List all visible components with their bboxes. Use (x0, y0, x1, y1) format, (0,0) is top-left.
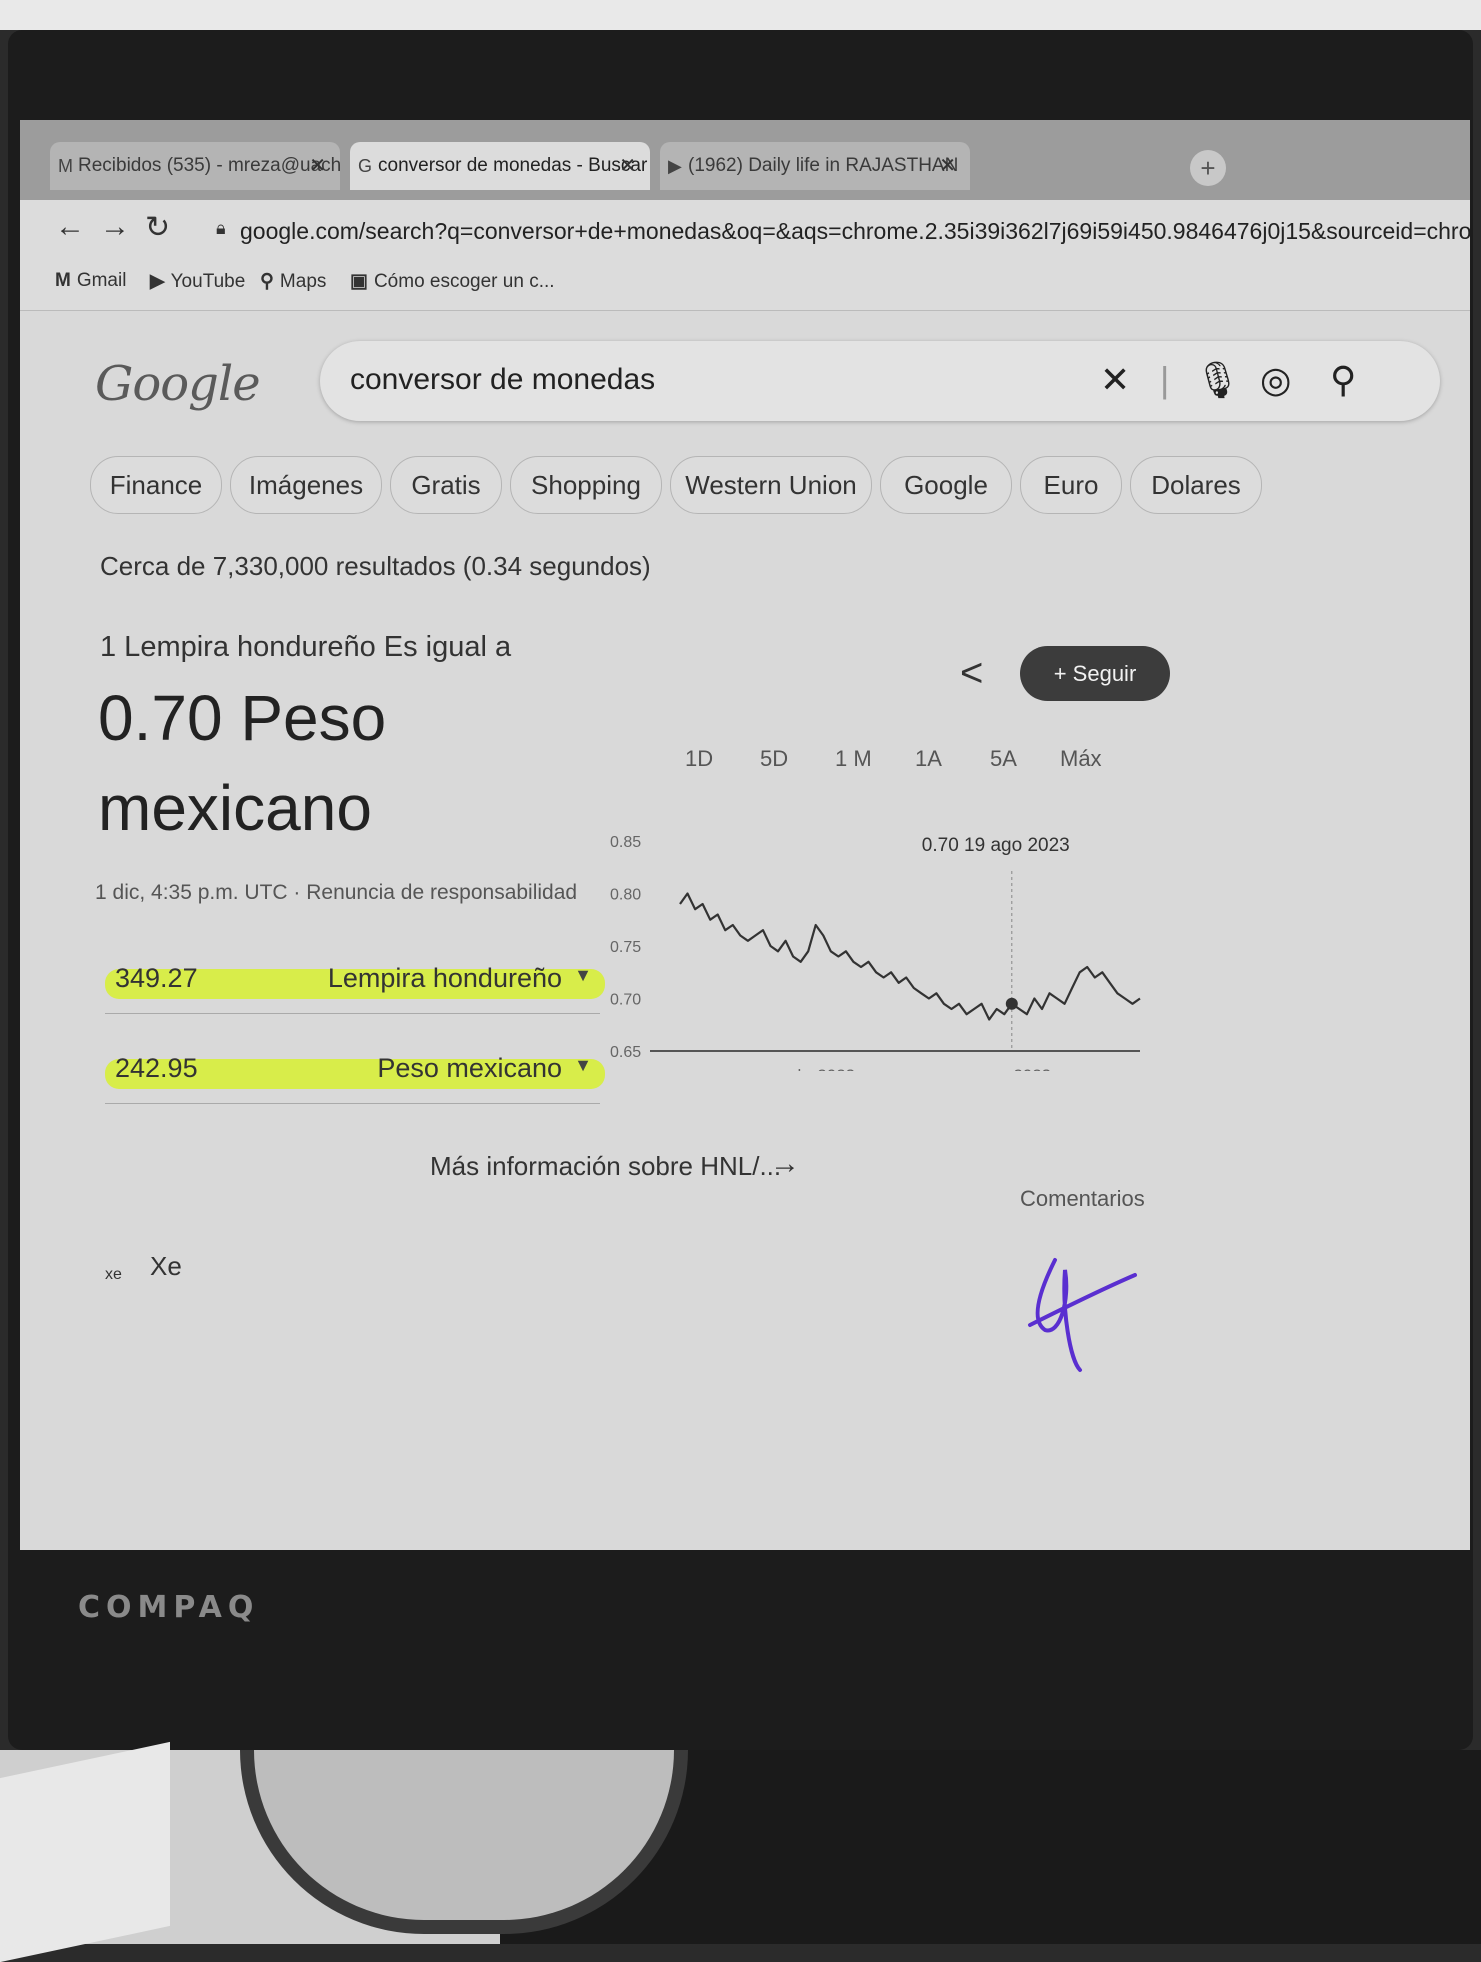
follow-button[interactable]: + Seguir (1020, 646, 1170, 701)
chip-google[interactable]: Google (880, 456, 1012, 514)
range-1d[interactable]: 1D (685, 746, 713, 772)
google-icon: G (358, 156, 373, 176)
tab-gmail[interactable]: M Recibidos (535) - mreza@uach.m ✕ (50, 142, 340, 190)
tab-label: (1962) Daily life in RAJASTHAN (688, 155, 959, 176)
tab-search[interactable]: G conversor de monedas - Buscar ✕ (350, 142, 650, 190)
url-field[interactable]: google.com/search?q=conversor+de+monedas… (240, 218, 1470, 245)
chip-images[interactable]: Imágenes (230, 456, 382, 514)
feedback-link[interactable]: Comentarios (1020, 1186, 1145, 1212)
maps-pin-icon: ⚲ (260, 271, 274, 292)
youtube-icon: ▶ (668, 156, 682, 176)
back-icon[interactable]: ← (55, 210, 85, 244)
from-amount-input[interactable]: 349.27 (115, 963, 198, 994)
exchange-rate-chart[interactable]: 0.85 0.80 0.75 0.70 0.65 abr 2023 sep 2023 0.70… (610, 811, 1150, 1071)
monitor-brand-logo: COMPAQ (78, 1590, 260, 1625)
handwritten-signature (1028, 1258, 1137, 1372)
from-currency-row: 349.27 Lempira hondureño ▼ (105, 951, 605, 1014)
xe-favicon-icon: xe (105, 1266, 122, 1283)
divider: | (1160, 359, 1170, 400)
y-tick-label: 0.70 (610, 992, 641, 1009)
forward-icon[interactable]: → (100, 210, 130, 244)
bookmark-label: Cómo escoger un c... (373, 271, 555, 292)
x-tick-label: abr 2023 (788, 1066, 855, 1071)
search-icon[interactable]: ⚲ (1330, 359, 1356, 401)
chip-dolares[interactable]: Dolares (1130, 456, 1262, 514)
x-tick-label: sep 2023 (981, 1066, 1051, 1071)
chip-western-union[interactable]: Western Union (670, 456, 872, 514)
tab-label: Recibidos (535) - mreza@uach.m (78, 155, 340, 176)
filter-chips: Finance Imágenes Gratis Shopping Western… (90, 456, 1470, 516)
browser-window: M Recibidos (535) - mreza@uach.m ✕ G con… (20, 120, 1470, 1550)
address-bar-row: ← → ↻ 🔒︎ google.com/search?q=conversor+d… (20, 200, 1470, 260)
chevron-down-icon[interactable]: ▼ (574, 965, 592, 986)
bookmark-article[interactable]: ▣ Cómo escoger un c... (350, 270, 555, 293)
gmail-icon: M (58, 156, 73, 176)
paper-sheet (0, 1741, 170, 1962)
bookmark-gmail[interactable]: M Gmail (55, 270, 126, 292)
tab-label: conversor de monedas - Buscar (378, 155, 648, 176)
bookmarks-bar: M Gmail ▶ YouTube ⚲ Maps ▣ Cómo escoger un c… (20, 260, 1470, 311)
series-line (679, 892, 1141, 1021)
range-5d[interactable]: 5D (760, 746, 788, 772)
tab-youtube[interactable]: ▶ (1962) Daily life in RAJASTHAN ✕ (660, 142, 970, 190)
chart-tooltip: 0.70 19 ago 2023 (922, 835, 1070, 856)
youtube-icon: ▶ (150, 271, 165, 292)
y-tick-label: 0.85 (610, 834, 641, 851)
search-box[interactable]: conversor de monedas ✕ | 🎙︎ ◎ ⚲ (320, 341, 1440, 421)
search-results-page: Google conversor de monedas ✕ | 🎙︎ ◎ ⚲ F… (20, 311, 1470, 1550)
range-max[interactable]: Máx (1060, 746, 1102, 772)
chip-free[interactable]: Gratis (390, 456, 502, 514)
microphone-icon[interactable]: 🎙︎ (1195, 359, 1241, 401)
lens-camera-icon[interactable]: ◎ (1260, 359, 1291, 401)
share-icon[interactable]: < (960, 651, 983, 696)
to-currency-row: 242.95 Peso mexicano ▼ (105, 1041, 605, 1104)
close-tab-icon[interactable]: ✕ (939, 142, 956, 190)
bookmark-page-icon: ▣ (350, 271, 368, 292)
scan-margin (0, 0, 1481, 30)
close-tab-icon[interactable]: ✕ (309, 142, 326, 190)
lock-icon: 🔒︎ (216, 218, 226, 238)
bookmark-label: YouTube (170, 271, 246, 292)
bookmark-maps[interactable]: ⚲ Maps (260, 270, 326, 293)
range-1m[interactable]: 1 M (835, 746, 872, 772)
next-result-title[interactable]: Xe (150, 1251, 182, 1282)
google-logo[interactable]: Google (95, 356, 261, 412)
conversion-label: 1 Lempira hondureño Es igual a (100, 631, 512, 663)
new-tab-button[interactable]: + (1190, 150, 1226, 186)
tab-strip: M Recibidos (535) - mreza@uach.m ✕ G con… (20, 120, 1470, 200)
result-stats: Cerca de 7,330,000 resultados (0.34 segu… (100, 551, 651, 581)
timestamp-disclaimer[interactable]: 1 dic, 4:35 p.m. UTC · Renuncia de respo… (95, 881, 577, 905)
reload-icon[interactable]: ↻ (145, 210, 170, 245)
from-currency-select[interactable]: Lempira hondureño (328, 963, 562, 994)
bookmark-youtube[interactable]: ▶ YouTube (150, 270, 245, 293)
chip-finance[interactable]: Finance (90, 456, 222, 514)
arrow-right-icon[interactable]: → (770, 1147, 800, 1181)
clear-icon[interactable]: ✕ (1100, 359, 1130, 401)
y-tick-label: 0.65 (610, 1044, 641, 1061)
chip-shopping[interactable]: Shopping (510, 456, 662, 514)
range-5a[interactable]: 5A (990, 746, 1017, 772)
range-1a[interactable]: 1A (915, 746, 942, 772)
bookmark-label: Gmail (76, 270, 127, 291)
chip-euro[interactable]: Euro (1020, 456, 1122, 514)
y-tick-label: 0.75 (610, 939, 641, 956)
to-currency-select[interactable]: Peso mexicano (377, 1053, 562, 1084)
y-tick-label: 0.80 (610, 887, 641, 904)
conversion-result: 0.70 Peso (98, 682, 387, 754)
more-info-link[interactable]: Más información sobre HNL/... (430, 1151, 781, 1182)
gmail-icon: M (55, 270, 71, 291)
chevron-down-icon[interactable]: ▼ (574, 1055, 592, 1076)
close-tab-icon[interactable]: ✕ (619, 142, 636, 190)
highlight-point (1005, 997, 1018, 1010)
conversion-result-currency: mexicano (98, 772, 372, 844)
to-amount-input[interactable]: 242.95 (115, 1053, 198, 1084)
search-input[interactable]: conversor de monedas (350, 363, 655, 397)
bookmark-label: Maps (279, 271, 327, 292)
